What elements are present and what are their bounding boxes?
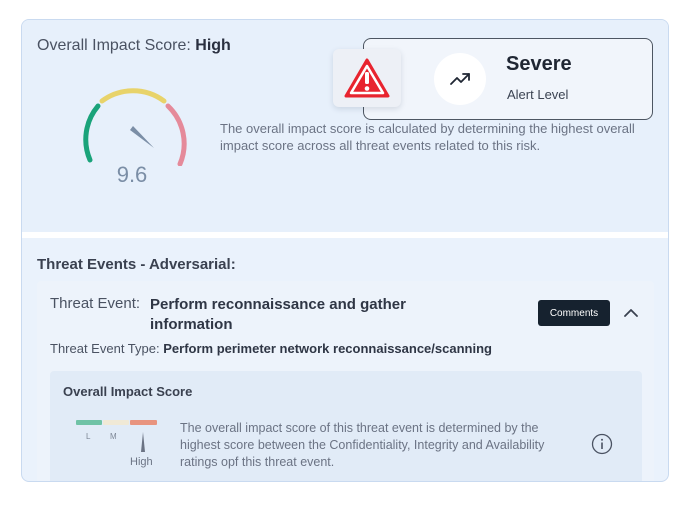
overall-impact-description: The overall impact score is calculated b… xyxy=(220,121,635,153)
scale-label-medium: M xyxy=(110,432,117,441)
trend-badge xyxy=(434,53,486,105)
threat-event-name: Perform reconnaissance and gather inform… xyxy=(150,296,406,333)
alert-level-label: Alert Level xyxy=(507,87,569,102)
impact-score-value: 9.6 xyxy=(116,162,148,187)
scale-segment-low xyxy=(76,420,102,425)
threat-event-type: Threat Event Type: Perform perimeter net… xyxy=(50,341,492,356)
scale-segment-medium xyxy=(103,420,129,425)
event-impact-description: The overall impact score of this threat … xyxy=(180,421,545,469)
scale-label-low: L xyxy=(86,432,91,441)
warning-triangle-icon xyxy=(344,58,390,98)
gauge-needle xyxy=(130,126,154,148)
impact-panel: Overall Impact Score: High 9.6 The overa… xyxy=(21,19,669,482)
section-divider xyxy=(22,232,668,238)
event-impact-title: Overall Impact Score xyxy=(63,384,193,399)
event-impact-card: Overall Impact Score L M High The overal… xyxy=(50,371,642,481)
gauge-arc-medium xyxy=(99,88,167,104)
impact-gauge xyxy=(83,88,187,166)
trending-up-icon xyxy=(450,73,470,85)
overall-impact-level: High xyxy=(195,37,231,54)
gauge-arc-low xyxy=(83,103,101,163)
warning-badge xyxy=(333,49,401,107)
comments-button[interactable]: Comments xyxy=(538,300,610,326)
alert-level-card xyxy=(363,38,653,120)
threat-event-type-value: Perform perimeter network reconnaissance… xyxy=(163,341,492,356)
gauge-arc-high xyxy=(165,103,187,166)
overall-impact-title: Overall Impact Score: High xyxy=(37,37,231,55)
overall-impact-section: Overall Impact Score: High 9.6 The overa… xyxy=(22,20,668,232)
threat-events-heading: Threat Events - Adversarial: xyxy=(37,256,236,273)
alert-severity: Severe xyxy=(506,53,572,75)
scale-pointer xyxy=(141,432,145,452)
overall-impact-title-prefix: Overall Impact Score: xyxy=(37,37,191,54)
scale-segment-high xyxy=(130,420,157,425)
threat-event-card: Threat Event: Perform reconnaissance and… xyxy=(37,281,654,481)
event-impact-level: High xyxy=(130,456,153,468)
info-icon[interactable] xyxy=(591,433,613,455)
chevron-up-icon[interactable] xyxy=(623,306,639,320)
threat-event-label: Threat Event: xyxy=(50,295,141,312)
threat-event-type-label: Threat Event Type: xyxy=(50,341,160,356)
